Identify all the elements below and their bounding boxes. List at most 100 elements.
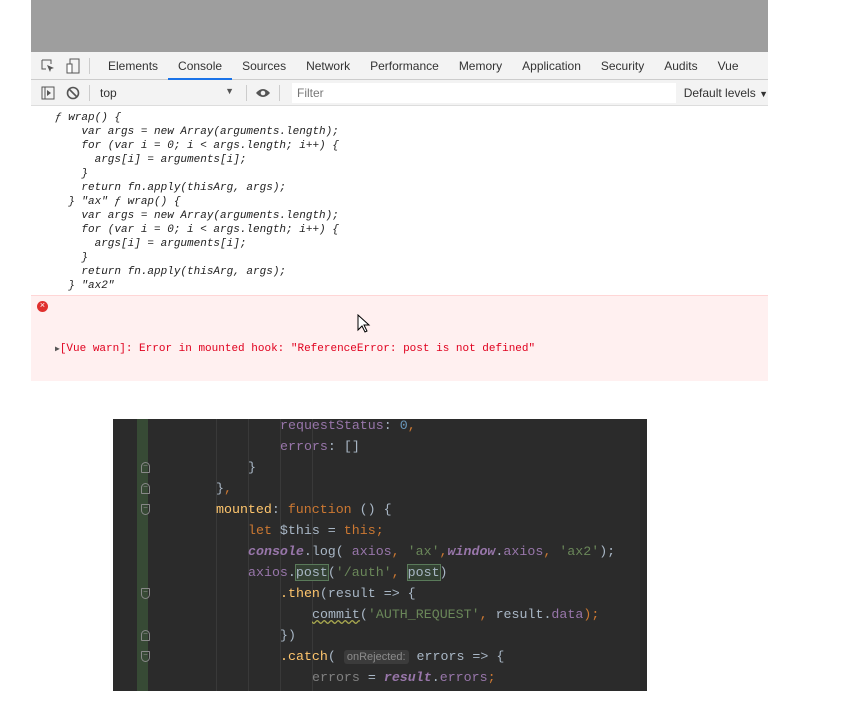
fold-marker-icon[interactable]: −	[141, 504, 150, 515]
log-levels-dropdown[interactable]: Default levels ▼	[676, 86, 768, 100]
fold-marker-icon[interactable]: −	[141, 462, 150, 473]
code-token: ,	[479, 607, 496, 622]
fold-marker-icon[interactable]: −	[141, 651, 150, 662]
fold-marker-icon[interactable]: −	[141, 588, 150, 599]
code-token: :	[271, 502, 288, 517]
code-token: .	[287, 565, 296, 580]
divider	[246, 84, 247, 101]
code-token: axios	[248, 565, 288, 580]
code-token: .log(	[303, 544, 352, 559]
tab-memory[interactable]: Memory	[449, 52, 512, 80]
code-token: ,	[391, 565, 408, 580]
code-token: 'ax'	[407, 544, 440, 559]
code-token: '/auth'	[335, 565, 392, 580]
code-token: (	[327, 565, 336, 580]
code-line: },	[184, 478, 232, 499]
code-token: );	[583, 607, 600, 622]
code-token: () {	[351, 502, 392, 517]
context-selector[interactable]: top ▼	[98, 86, 238, 100]
tab-network[interactable]: Network	[296, 52, 360, 80]
console-toolbar: top ▼ Default levels ▼	[31, 80, 768, 106]
code-token: :	[383, 419, 400, 433]
devtools-tab-bar: Elements Console Sources Network Performance…	[31, 52, 768, 80]
code-token: post	[406, 564, 441, 581]
log-line: return fn.apply(thisArg, args);	[55, 182, 287, 194]
code-token: ,	[391, 544, 408, 559]
code-token: errors	[312, 670, 360, 685]
code-token: ,	[407, 419, 416, 433]
code-line: }	[184, 457, 256, 478]
code-token: errors	[439, 670, 488, 685]
code-token: $this =	[271, 523, 344, 538]
code-token: errors => {	[408, 649, 505, 664]
code-token: commit	[312, 607, 360, 622]
code-token: (result => {	[319, 586, 416, 601]
tab-audits[interactable]: Audits	[654, 52, 707, 80]
inspect-element-icon[interactable]	[40, 58, 56, 74]
console-error-message: × ▶[Vue warn]: Error in mounted hook: "R…	[31, 295, 768, 381]
dropdown-arrow-icon: ▼	[759, 88, 768, 99]
log-line: args[i] = arguments[i];	[55, 154, 247, 166]
fold-marker-icon[interactable]: −	[141, 630, 150, 641]
code-token: (	[327, 649, 344, 664]
code-token: (	[359, 607, 368, 622]
page-viewport	[31, 0, 768, 52]
code-token: console	[248, 544, 304, 559]
error-icon: ×	[37, 301, 48, 312]
code-token: 'AUTH_REQUEST'	[367, 607, 480, 622]
code-line: commit('AUTH_REQUEST', result.data);	[184, 604, 599, 625]
code-line: errors: []	[184, 436, 360, 457]
code-token: data	[551, 607, 584, 622]
code-line: axios.post('/auth', post)	[184, 562, 448, 583]
log-line: for (var i = 0; i < args.length; i++) {	[55, 224, 339, 236]
device-toolbar-icon[interactable]	[65, 58, 81, 74]
console-output: ƒ wrap() { var args = new Array(argument…	[31, 106, 768, 381]
tab-security[interactable]: Security	[591, 52, 654, 80]
code-line: requestStatus: 0,	[184, 419, 416, 436]
code-token: axios	[351, 544, 392, 559]
code-token: )	[439, 565, 448, 580]
sidebar-toggle-icon[interactable]	[40, 85, 56, 101]
parameter-hint: onRejected:	[343, 650, 409, 664]
code-token: : []	[327, 439, 360, 454]
tab-elements[interactable]: Elements	[98, 52, 168, 80]
code-token: ,	[439, 544, 448, 559]
code-line: })	[184, 625, 296, 646]
tab-vue[interactable]: Vue	[708, 52, 749, 80]
code-token: let	[248, 523, 272, 538]
code-token: ;	[375, 523, 384, 538]
tab-console[interactable]: Console	[168, 52, 233, 80]
code-line: errors = result.errors;	[184, 667, 496, 688]
code-line: let $this = this;	[184, 520, 384, 541]
filter-input[interactable]	[292, 82, 676, 103]
code-token: );	[599, 544, 616, 559]
divider	[279, 84, 280, 101]
tab-sources[interactable]: Sources	[232, 52, 296, 80]
tab-application[interactable]: Application	[512, 52, 591, 80]
log-line: var args = new Array(arguments.length);	[55, 126, 339, 138]
code-token: mounted	[216, 502, 272, 517]
code-token: window	[447, 544, 496, 559]
fold-marker-icon[interactable]: −	[141, 483, 150, 494]
code-token: ;	[487, 670, 496, 685]
log-line: var args = new Array(arguments.length);	[55, 210, 339, 222]
log-line: } "ax" ƒ wrap() {	[55, 196, 181, 208]
log-levels-label: Default levels	[683, 85, 756, 100]
divider	[89, 84, 90, 101]
log-line: for (var i = 0; i < args.length; i++) {	[55, 140, 339, 152]
code-line: .catch( onRejected: errors => {	[184, 646, 504, 667]
clear-console-icon[interactable]	[65, 85, 81, 101]
code-token: }	[248, 460, 256, 475]
dropdown-arrow-icon: ▼	[225, 85, 234, 96]
code-line: .then(result => {	[184, 583, 416, 604]
code-token: result	[383, 670, 432, 685]
code-token: .	[431, 670, 440, 685]
code-token: axios	[503, 544, 544, 559]
eye-icon[interactable]	[255, 85, 271, 101]
mouse-cursor-icon	[357, 314, 371, 333]
code-editor[interactable]: requestStatus: 0, errors: []} −}, − mounted:…	[113, 419, 647, 691]
log-line: }	[55, 168, 89, 180]
code-line: console.log( axios, 'ax',window.axios, '…	[184, 541, 615, 562]
error-text: [Vue warn]: Error in mounted hook: "Refe…	[59, 343, 536, 355]
tab-performance[interactable]: Performance	[360, 52, 449, 80]
